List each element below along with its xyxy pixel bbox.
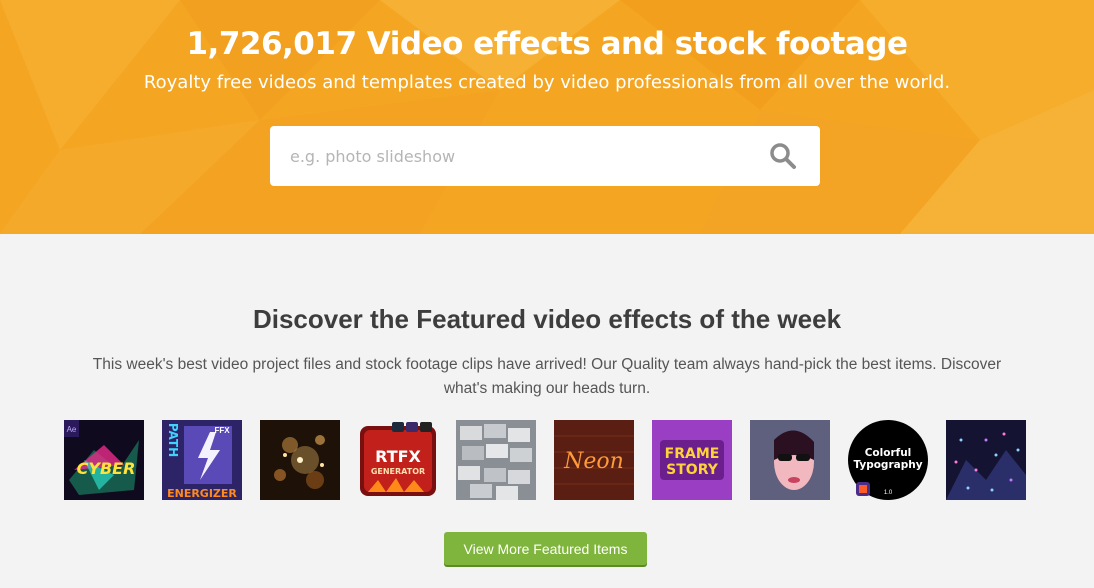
- glitch-cyber-thumbnail[interactable]: Ae CYBER: [64, 420, 144, 500]
- golden-particles-thumbnail[interactable]: [260, 420, 340, 500]
- svg-text:PATH: PATH: [166, 423, 180, 457]
- svg-text:1.0: 1.0: [884, 490, 893, 496]
- featured-description-line1: This week's best video project files and…: [92, 356, 1002, 373]
- svg-text:Ae: Ae: [67, 425, 77, 434]
- frame-story-thumbnail[interactable]: FRAME STORY: [652, 420, 732, 500]
- svg-text:ENERGIZER: ENERGIZER: [167, 487, 237, 500]
- svg-text:Neon: Neon: [563, 449, 624, 474]
- view-more-featured-button[interactable]: View More Featured Items: [444, 532, 647, 565]
- featured-title: Discover the Featured video effects of t…: [252, 304, 842, 334]
- svg-text:FRAME: FRAME: [665, 446, 720, 462]
- search-input[interactable]: [270, 126, 750, 186]
- featured-description-line2: what's making our heads turn.: [443, 380, 651, 397]
- search-icon[interactable]: [768, 141, 798, 171]
- hero-title: 1,726,017 Video effects and stock footag…: [186, 26, 908, 62]
- path-energizer-thumbnail[interactable]: PATH FFX ENERGIZER: [162, 420, 242, 500]
- svg-text:Typography: Typography: [853, 459, 922, 471]
- svg-text:CYBER: CYBER: [77, 459, 136, 478]
- svg-text:FFX: FFX: [214, 426, 230, 435]
- svg-text:STORY: STORY: [666, 462, 719, 478]
- svg-text:RTFX: RTFX: [375, 447, 421, 466]
- stacked-tiles-thumbnail[interactable]: [456, 420, 536, 500]
- hero-subtitle: Royalty free videos and templates create…: [143, 72, 951, 93]
- featured-description: This week's best video project files and…: [67, 353, 1027, 401]
- search-box: [270, 126, 820, 186]
- hero-banner: 1,726,017 Video effects and stock footag…: [0, 0, 1094, 234]
- rtfx-generator-thumbnail[interactable]: RTFX GENERATOR: [358, 420, 438, 500]
- neon-portrait-thumbnail[interactable]: [750, 420, 830, 500]
- neon-sign-thumbnail[interactable]: Neon: [554, 420, 634, 500]
- featured-section: Discover the Featured video effects of t…: [0, 234, 1094, 588]
- city-night-lights-thumbnail[interactable]: [946, 420, 1026, 500]
- svg-text:GENERATOR: GENERATOR: [371, 467, 425, 476]
- colorful-typography-thumbnail[interactable]: Colorful Typography 1.0: [848, 420, 928, 500]
- featured-thumbnails: Ae CYBER PATH FFX ENERGIZER RTFX GENERAT…: [64, 420, 1026, 500]
- svg-text:Colorful: Colorful: [865, 447, 912, 459]
